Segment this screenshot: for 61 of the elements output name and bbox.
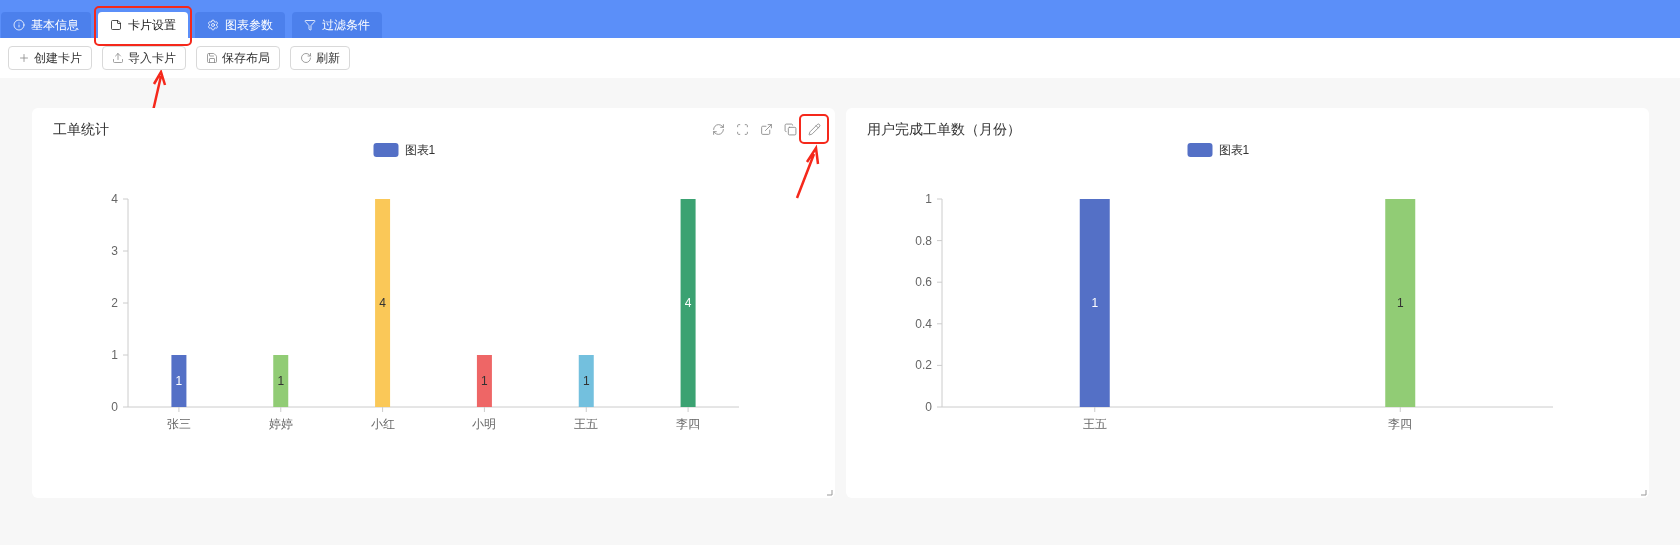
legend-label: 图表1: [1218, 143, 1250, 157]
fullscreen-icon: [735, 122, 749, 136]
x-tick-label: 李四: [1388, 417, 1413, 431]
upload-icon: [112, 52, 124, 64]
x-tick-label: 小明: [472, 417, 497, 431]
bar-value-label: 4: [379, 296, 386, 310]
card-title: 用户完成工单数（月份）: [867, 119, 1021, 139]
card-tool-button[interactable]: [783, 122, 797, 136]
legend-swatch: [1187, 143, 1213, 157]
plus-icon: [18, 52, 30, 64]
y-tick-label: 3: [111, 244, 118, 258]
toolbar-button[interactable]: 创建卡片: [8, 46, 92, 70]
filter-icon: [304, 19, 316, 31]
card-tool-button[interactable]: [759, 122, 773, 136]
toolbar-button[interactable]: 导入卡片: [102, 46, 186, 70]
gear-icon: [207, 19, 219, 31]
x-tick-label: 张三: [166, 417, 191, 431]
x-tick-label: 李四: [676, 417, 701, 431]
tab[interactable]: 基本信息: [1, 12, 91, 38]
legend-label: 图表1: [404, 143, 436, 157]
refresh-icon: [711, 122, 725, 136]
x-tick-label: 王五: [574, 417, 599, 431]
y-tick-label: 2: [111, 296, 118, 310]
y-tick-label: 1: [111, 348, 118, 362]
y-tick-label: 0.2: [915, 358, 932, 373]
note-icon: [110, 19, 122, 31]
edit-icon: [807, 122, 821, 136]
bar-value-label: 1: [1396, 296, 1404, 310]
y-tick-label: 1: [925, 192, 932, 206]
bar-value-label: 1: [175, 374, 183, 388]
tab[interactable]: 图表参数: [195, 12, 285, 38]
x-tick-label: 小红: [370, 417, 395, 431]
card-title: 工单统计: [53, 119, 109, 139]
y-tick-label: 0.8: [915, 233, 932, 248]
tab[interactable]: 卡片设置: [98, 12, 188, 38]
refresh-icon: [300, 52, 312, 64]
toolbar-button[interactable]: 刷新: [290, 46, 350, 70]
x-tick-label: 婷婷: [268, 417, 293, 431]
x-tick-label: 王五: [1082, 417, 1107, 431]
bar-value-label: 4: [684, 296, 692, 310]
y-tick-label: 0.4: [915, 316, 932, 331]
tab[interactable]: 过滤条件: [292, 12, 382, 38]
bar-value-label: 1: [277, 374, 285, 388]
bar-value-label: 1: [481, 374, 488, 388]
toolbar-button[interactable]: 保存布局: [196, 46, 280, 70]
card-tool-button[interactable]: [711, 122, 725, 136]
y-tick-label: 4: [111, 192, 118, 206]
card-tool-button[interactable]: [735, 122, 749, 136]
y-tick-label: 0.6: [915, 275, 932, 290]
info-icon: [13, 19, 25, 31]
legend-swatch: [373, 143, 399, 157]
resize-handle-icon: [827, 490, 833, 496]
external-link-icon: [759, 122, 773, 136]
resize-handle-icon: [1641, 490, 1647, 496]
bar-value-label: 1: [582, 374, 590, 388]
copy-icon: [783, 122, 797, 136]
save-icon: [206, 52, 218, 64]
card-tool-button[interactable]: [807, 122, 821, 136]
y-tick-label: 0: [925, 400, 932, 414]
y-tick-label: 0: [111, 400, 118, 414]
bar-value-label: 1: [1091, 296, 1099, 310]
